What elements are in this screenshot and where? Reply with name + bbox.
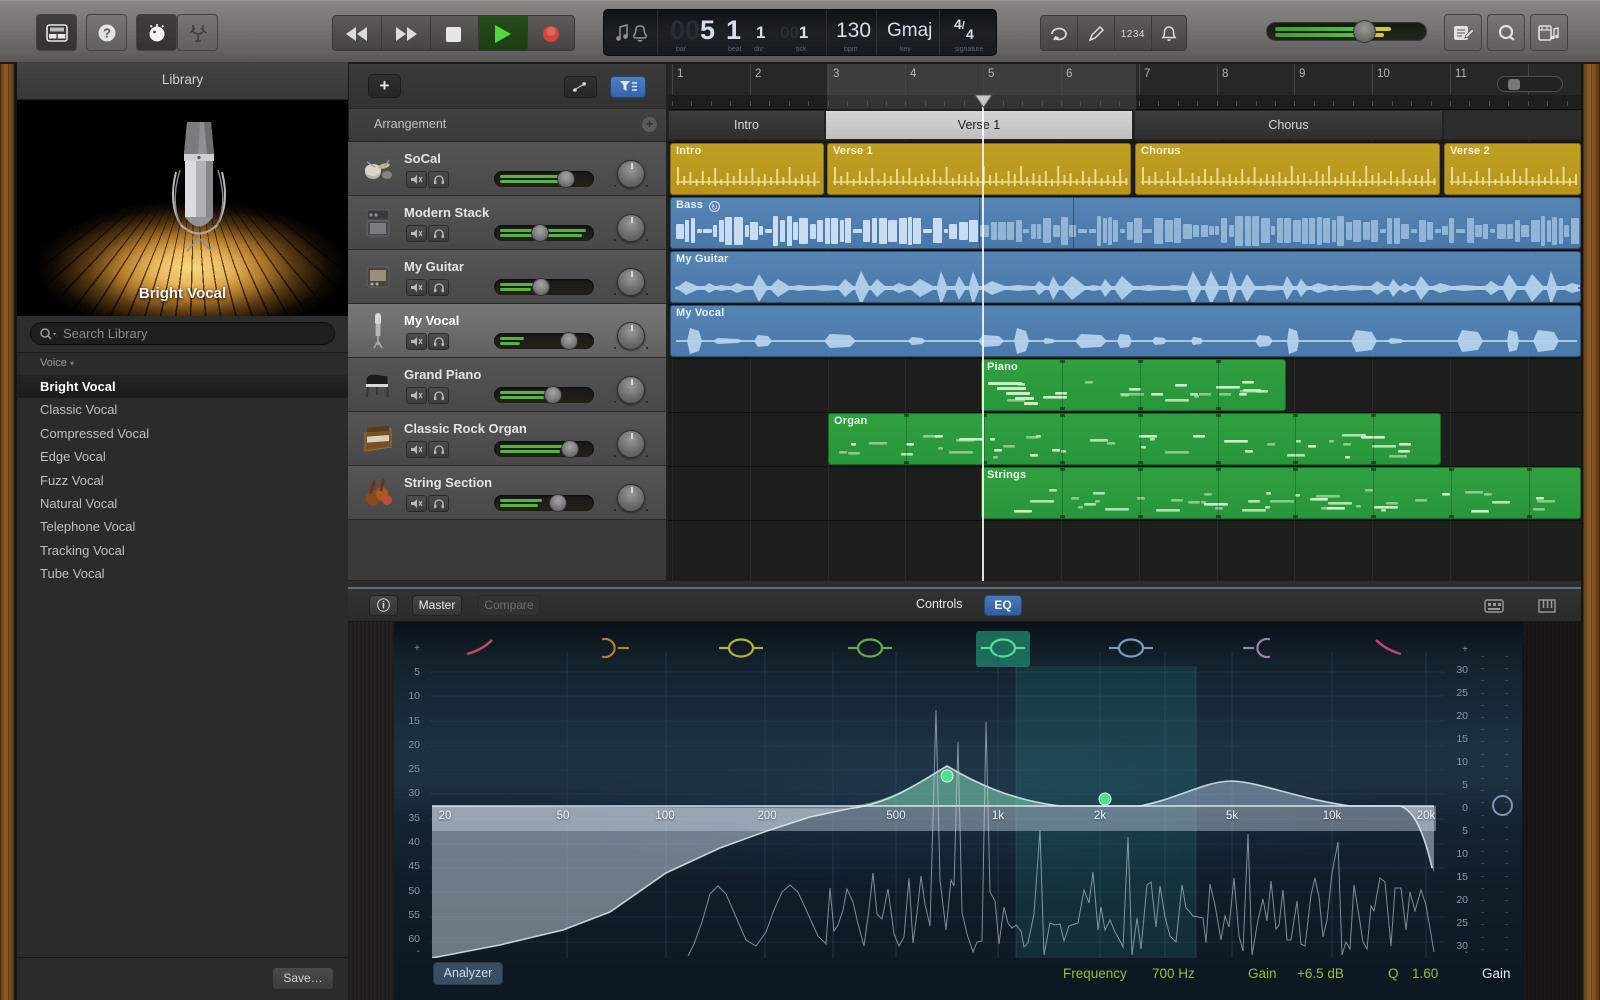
svg-text:?: ? bbox=[103, 25, 111, 40]
